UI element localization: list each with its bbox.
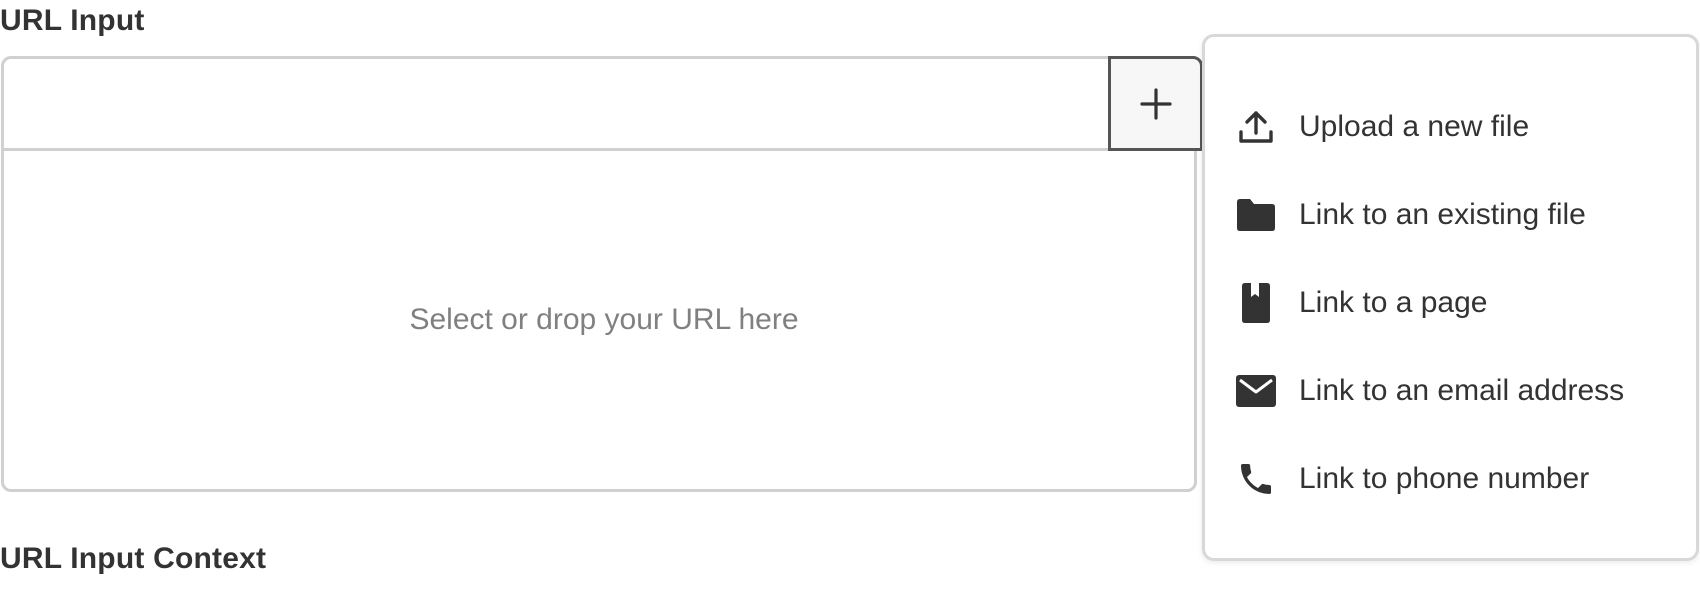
plus-icon <box>1139 87 1172 120</box>
link-options-menu: Upload a new file Link to an existing fi… <box>1202 34 1699 561</box>
envelope-icon <box>1235 370 1277 412</box>
menu-item-label: Link to a page <box>1299 286 1488 319</box>
menu-item-label: Upload a new file <box>1299 110 1530 143</box>
url-input-label: URL Input <box>0 4 145 37</box>
url-text-input[interactable] <box>14 69 1098 141</box>
menu-item-email[interactable]: Link to an email address <box>1235 361 1685 421</box>
menu-item-label: Link to an existing file <box>1299 198 1586 231</box>
url-text-row <box>4 59 1108 151</box>
url-drop-zone[interactable]: Select or drop your URL here <box>4 151 1194 489</box>
bookmark-icon <box>1235 282 1277 324</box>
menu-item-page[interactable]: Link to a page <box>1235 273 1685 333</box>
menu-item-label: Link to phone number <box>1299 462 1590 495</box>
menu-item-label: Link to an email address <box>1299 374 1625 407</box>
phone-icon <box>1235 458 1277 500</box>
url-input-context-label: URL Input Context <box>0 542 267 575</box>
url-input-box: Select or drop your URL here <box>1 56 1203 492</box>
url-input-demo: URL Input Select or drop your URL here U… <box>0 0 1700 602</box>
upload-icon <box>1235 106 1277 148</box>
drop-placeholder-text: Select or drop your URL here <box>409 303 799 336</box>
menu-item-phone[interactable]: Link to phone number <box>1235 449 1685 509</box>
menu-item-existing-file[interactable]: Link to an existing file <box>1235 185 1685 245</box>
folder-icon <box>1235 194 1277 236</box>
add-link-button[interactable] <box>1108 56 1203 151</box>
menu-item-upload-new-file[interactable]: Upload a new file <box>1235 97 1685 157</box>
